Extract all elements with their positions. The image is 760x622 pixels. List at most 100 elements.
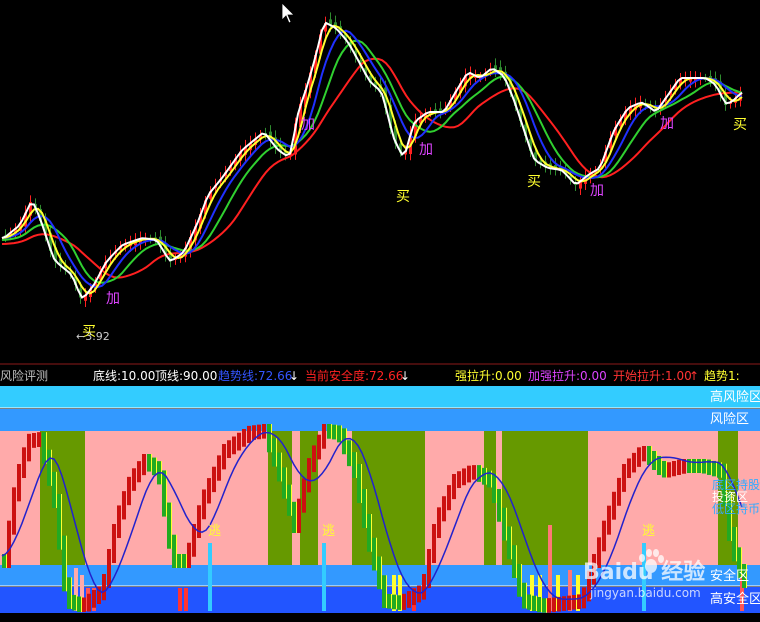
safety-bar <box>197 505 201 538</box>
safety-bar <box>692 459 696 473</box>
signal-spike <box>548 525 552 611</box>
safety-bar <box>537 597 541 613</box>
price-panel[interactable]: 加 加 买 买 加 加 加 买 买 ←3.92 <box>0 0 760 362</box>
safety-bar <box>232 436 236 455</box>
signal-label: 买 <box>396 189 410 205</box>
safety-bar <box>87 593 91 612</box>
safety-bar-edge <box>696 459 697 473</box>
safety-bar-edge <box>481 465 482 482</box>
safety-bar <box>217 455 221 481</box>
safety-bar <box>107 549 111 588</box>
safety-bar-edge <box>336 424 337 440</box>
signal-label: 买 <box>733 117 747 133</box>
safety-bar <box>12 487 16 535</box>
signal-spike <box>208 543 212 611</box>
safety-bar-edge <box>396 594 397 610</box>
safety-bar <box>347 440 351 467</box>
safety-bar <box>647 446 651 465</box>
safety-bar-edge <box>271 424 272 453</box>
safety-bar <box>167 502 171 549</box>
safety-bar-edge <box>171 502 172 549</box>
accumulation-zone <box>502 431 588 565</box>
safety-bar <box>392 594 396 610</box>
safety-bar <box>207 478 211 504</box>
safety-bar <box>677 459 681 475</box>
safety-bar-edge <box>46 432 47 464</box>
header-item-strong-rise: 强拉升:0.00 <box>455 368 522 383</box>
safety-bar <box>37 432 41 447</box>
safety-bar <box>712 460 716 477</box>
safety-bar <box>312 445 316 473</box>
safety-bar-edge <box>541 597 542 613</box>
signal-label: 加 <box>590 183 604 199</box>
safety-bar-edge <box>401 595 402 610</box>
safety-bar-edge <box>156 457 157 476</box>
safety-bar <box>732 527 736 562</box>
safety-bar <box>417 585 421 603</box>
safety-bar <box>617 477 621 506</box>
safety-bar-edge <box>291 484 292 516</box>
low-price-marker: ←3.92 <box>76 330 110 343</box>
safety-bar <box>302 478 306 513</box>
safety-bar <box>292 501 296 533</box>
signal-label: 加 <box>301 117 315 133</box>
safety-bar <box>367 514 371 552</box>
safety-bar <box>177 554 181 568</box>
indicator-name[interactable]: 风险评测 <box>0 368 48 383</box>
safety-bar <box>407 591 411 608</box>
safety-bar <box>92 590 96 608</box>
safety-bar <box>497 489 501 522</box>
safety-bar <box>447 485 451 511</box>
header-arrow: ↓ <box>289 369 299 383</box>
safety-bar <box>567 595 571 611</box>
signal-spike <box>184 588 188 611</box>
safety-bar-edge <box>656 451 657 470</box>
safety-bar <box>237 432 241 451</box>
safety-bar-edge <box>331 424 332 439</box>
safety-bar <box>432 524 436 563</box>
safety-bar-edge <box>716 460 717 477</box>
safety-bar-edge <box>381 556 382 590</box>
safety-bar <box>637 447 641 467</box>
safety-bar-edge <box>341 425 342 443</box>
header-item-safety: 当前安全度:72.66 <box>305 368 403 383</box>
header-item-start-rise: 开始拉升:1.00 <box>613 368 692 383</box>
safety-bar <box>67 577 71 609</box>
signal-label: 加 <box>419 142 433 158</box>
safety-bar <box>172 534 176 568</box>
safety-bar-edge <box>701 459 702 473</box>
safety-bar-edge <box>346 428 347 455</box>
chart-canvas[interactable]: 加 加 买 买 加 加 加 买 买 ←3.92 风险评测 底线:10.00 顶线… <box>0 0 760 619</box>
safety-bar <box>52 471 56 508</box>
safety-bar-edge <box>176 534 177 568</box>
safety-bar <box>422 574 426 600</box>
safety-bar-edge <box>516 545 517 578</box>
header-item-bottom-line: 底线:10.00 <box>93 368 155 383</box>
safety-bar <box>642 446 646 462</box>
side-label: 低区持币 <box>712 501 760 516</box>
signal-label: 买 <box>527 174 541 190</box>
safety-bar <box>572 595 576 610</box>
safety-bar-edge <box>296 501 297 533</box>
safety-bar <box>267 424 271 453</box>
escape-label: 逃 <box>208 524 221 539</box>
safety-bar-edge <box>386 575 387 608</box>
safety-bar <box>282 467 286 499</box>
header-item-enhanced-rise: 加强拉升:0.00 <box>528 368 607 383</box>
safety-bar-edge <box>56 471 57 508</box>
zone-label-high-safe: 高安全区 <box>710 591 760 607</box>
safety-bar <box>277 452 281 482</box>
safety-bar <box>317 434 321 460</box>
safety-bar <box>482 467 486 485</box>
safety-bar <box>247 425 251 443</box>
watermark-url: jingyan.baidu.com <box>589 586 701 600</box>
safety-bar <box>242 429 246 447</box>
safety-bar-edge <box>81 596 82 613</box>
safety-bar-edge <box>281 452 282 482</box>
signal-spike <box>178 588 182 611</box>
safety-bar <box>452 474 456 500</box>
safety-bar <box>112 524 116 563</box>
price-panel-bg <box>0 0 760 362</box>
signal-label: 加 <box>106 291 120 307</box>
safety-bar <box>72 594 76 611</box>
